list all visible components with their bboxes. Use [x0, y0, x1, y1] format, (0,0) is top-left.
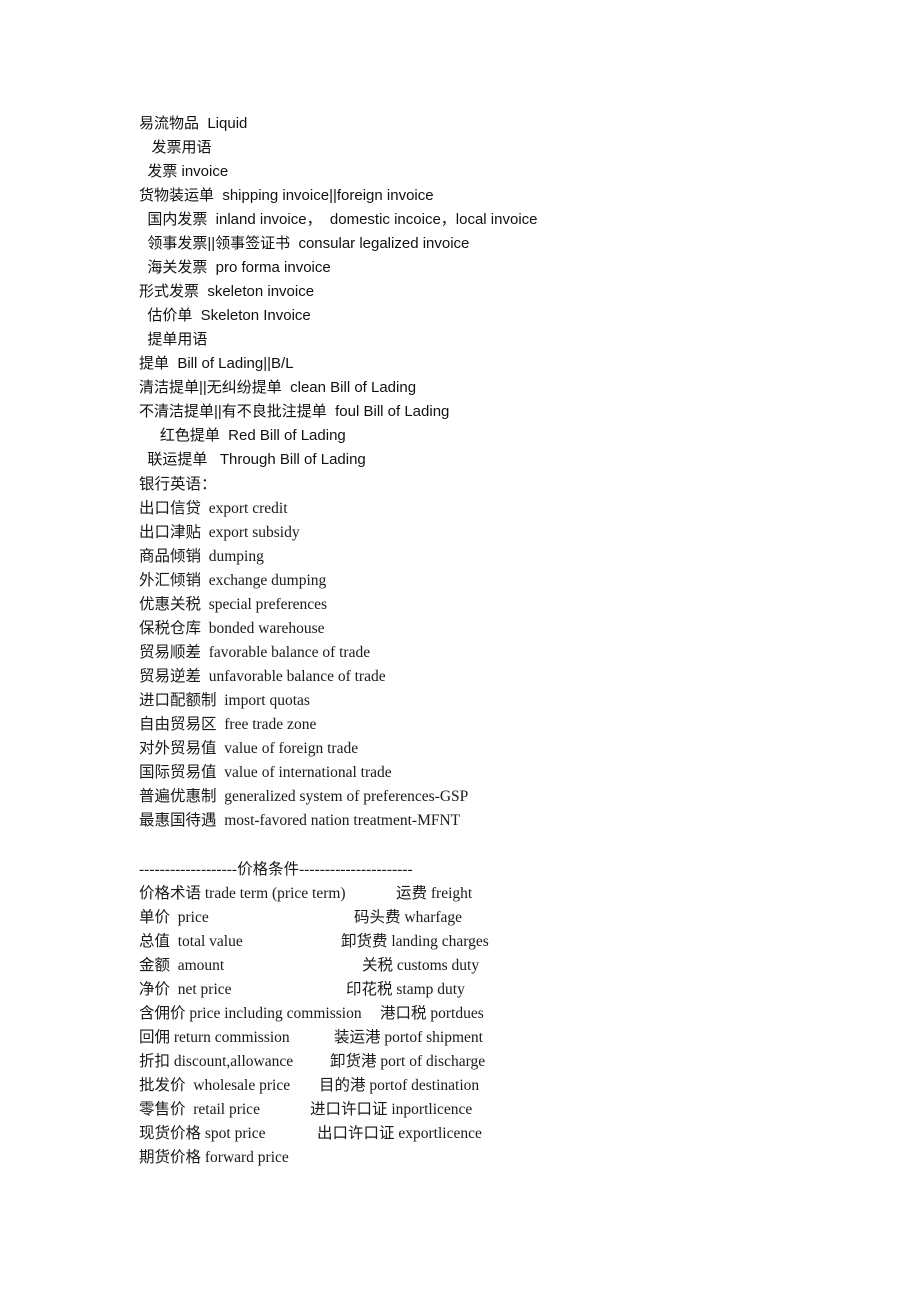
term-line: 出口信贷 export credit — [139, 500, 288, 517]
term-line: 发票 invoice — [139, 163, 229, 180]
section-heading-banking-english: 银行英语： — [139, 476, 217, 493]
term-line: 联运提单 Through Bill of Lading — [139, 451, 366, 468]
term-line: 国际贸易值 value of international trade — [139, 764, 392, 781]
term-line: 外汇倾销 exchange dumping — [139, 572, 327, 589]
price-term-left: 回佣 return commission — [139, 1029, 290, 1046]
price-term-left: 净价 net price — [139, 981, 232, 998]
term-line: 红色提单 Red Bill of Lading — [139, 427, 346, 444]
price-term-right: 卸货港 port of discharge — [330, 1053, 486, 1070]
price-term-left: 单价 price — [139, 909, 209, 926]
term-line: 易流物品 Liquid — [139, 115, 248, 132]
term-line: 国内发票 inland invoice， domestic incoice，lo… — [139, 211, 538, 228]
price-term-left: 价格术语 trade term (price term) — [139, 885, 346, 902]
price-term-left: 折扣 discount,allowance — [139, 1053, 294, 1070]
section-heading-invoice-terms: 发票用语 — [139, 139, 212, 156]
term-line: 不清洁提单||有不良批注提单 foul Bill of Lading — [139, 403, 450, 420]
price-term-left: 零售价 retail price — [139, 1101, 260, 1118]
term-line: 商品倾销 dumping — [139, 548, 264, 565]
term-line: 形式发票 skeleton invoice — [139, 283, 315, 300]
price-term-left: 总值 total value — [139, 933, 243, 950]
price-term-right: 出口许口证 exportlicence — [317, 1125, 482, 1142]
term-line: 贸易顺差 favorable balance of trade — [139, 644, 371, 661]
term-line: 提单 Bill of Lading||B/L — [139, 355, 294, 372]
term-line: 货物装运单 shipping invoice||foreign invoice — [139, 187, 434, 204]
price-term-right: 目的港 portof destination — [319, 1077, 480, 1094]
term-line: 估价单 Skeleton Invoice — [139, 307, 311, 324]
price-term-right: 进口许口证 inportlicence — [310, 1101, 473, 1118]
price-term-left: 期货价格 forward price — [139, 1149, 289, 1166]
term-line: 领事发票||领事签证书 consular legalized invoice — [139, 235, 470, 252]
section-heading-bill-of-lading-terms: 提单用语 — [139, 331, 208, 348]
price-term-right: 印花税 stamp duty — [346, 981, 465, 998]
term-line: 清洁提单||无纠纷提单 clean Bill of Lading — [139, 379, 417, 396]
price-term-right: 卸货费 landing charges — [341, 933, 489, 950]
price-term-right: 运费 freight — [396, 885, 473, 902]
term-line: 对外贸易值 value of foreign trade — [139, 740, 359, 757]
price-term-left: 现货价格 spot price — [139, 1125, 266, 1142]
term-line: 自由贸易区 free trade zone — [139, 716, 317, 733]
price-term-right: 港口税 portdues — [380, 1005, 484, 1022]
term-line: 普遍优惠制 generalized system of preferences-… — [139, 788, 469, 805]
price-term-left: 含佣价 price including commission — [139, 1005, 362, 1022]
term-line: 最惠国待遇 most-favored nation treatment-MFNT — [139, 812, 461, 829]
term-line: 保税仓库 bonded warehouse — [139, 620, 325, 637]
term-line: 海关发票 pro forma invoice — [139, 259, 331, 276]
section-heading-price-conditions: -------------------价格条件-----------------… — [139, 861, 413, 878]
document-page: 易流物品 Liquid 发票用语 发票 invoice 货物装运单 shippi… — [0, 0, 920, 1302]
term-line: 优惠关税 special preferences — [139, 596, 328, 613]
term-line: 进口配额制 import quotas — [139, 692, 310, 709]
price-term-right: 关税 customs duty — [362, 957, 480, 974]
term-line: 贸易逆差 unfavorable balance of trade — [139, 668, 386, 685]
term-line: 出口津贴 export subsidy — [139, 524, 300, 541]
price-term-right: 装运港 portof shipment — [334, 1029, 483, 1046]
price-term-left: 批发价 wholesale price — [139, 1077, 291, 1094]
price-term-left: 金额 amount — [139, 957, 225, 974]
price-term-right: 码头费 wharfage — [354, 909, 463, 926]
